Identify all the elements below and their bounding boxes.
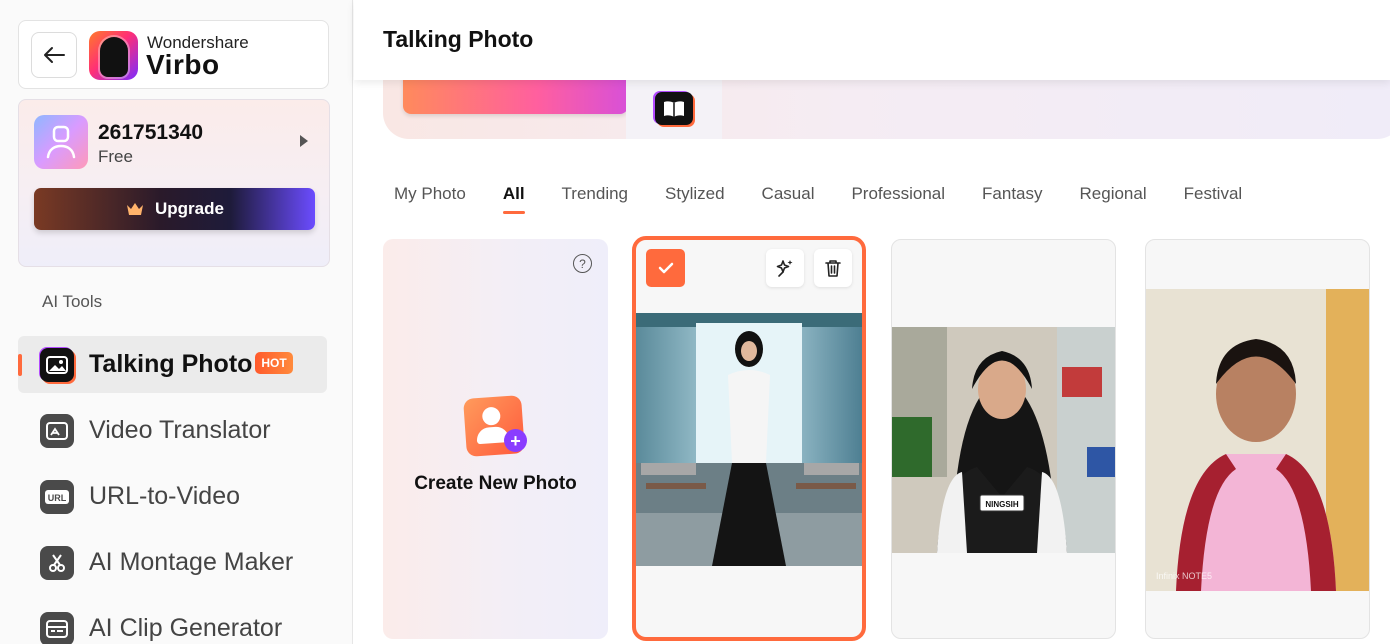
sidebar-item-talking-photo[interactable]: Talking Photo HOT [18,336,327,393]
tab-regional[interactable]: Regional [1080,184,1147,214]
montage-icon [40,546,74,580]
arrow-left-icon [44,47,65,63]
section-label: AI Tools [42,292,103,311]
photo-card[interactable]: NINGSIH [891,239,1116,639]
upgrade-label: Upgrade [155,199,224,218]
sidebar-item-ai-clip-generator[interactable]: AI Clip Generator [18,600,327,644]
virbo-logo [89,31,138,80]
sidebar-item-label: AI Montage Maker [89,548,294,576]
sidebar-item-ai-montage-maker[interactable]: AI Montage Maker [18,534,327,591]
plus-icon: + [504,429,527,452]
sidebar-item-video-translator[interactable]: Video Translator [18,402,327,459]
photo-card[interactable]: Infinix NOTE5 [1145,239,1370,639]
photo-thumbnail: NINGSIH [892,327,1115,553]
create-new-photo-card[interactable]: ? + Create New Photo [383,239,608,639]
delete-button[interactable] [814,249,852,287]
user-id: 261751340 [98,121,204,144]
sparkle-icon [776,260,793,277]
tab-trending[interactable]: Trending [562,184,628,214]
brand-product: Virbo [146,49,220,80]
tab-professional[interactable]: Professional [851,184,945,214]
checkmark-icon [658,262,673,274]
watermark-text: Infinix NOTE5 [1156,571,1212,581]
sidebar-item-url-to-video[interactable]: URL URL-to-Video [18,468,327,525]
user-icon [46,125,76,159]
trash-icon [825,260,841,277]
sidebar-item-label: Talking Photo [89,350,253,378]
name-tag-text: NINGSIH [985,500,1019,509]
svg-text:URL: URL [48,493,67,503]
sidebar-item-label: URL-to-Video [89,482,241,510]
clip-generator-icon [40,612,74,644]
user-card: 261751340 Free Upgrade [18,99,330,267]
tab-casual[interactable]: Casual [762,184,815,214]
tab-fantasy[interactable]: Fantasy [982,184,1042,214]
page-title: Talking Photo [383,26,534,52]
talking-photo-icon [40,348,74,382]
photo-thumbnail [636,313,862,566]
help-icon[interactable]: ? [573,254,592,273]
sidebar-item-label: Video Translator [89,416,271,444]
video-translator-icon [40,414,74,448]
tab-all[interactable]: All [502,184,525,214]
avatar[interactable] [34,115,88,169]
magic-edit-button[interactable] [766,249,804,287]
tab-my-photo[interactable]: My Photo [394,184,466,214]
expand-arrow-icon[interactable] [300,135,308,147]
user-plan: Free [98,147,133,166]
crown-icon [127,203,144,215]
category-tabs: My Photo All Trending Stylized Casual Pr… [394,184,1279,214]
tab-festival[interactable]: Festival [1184,184,1243,214]
hot-badge: HOT [255,352,293,374]
photo-thumbnail: Infinix NOTE5 [1146,289,1369,591]
upgrade-button[interactable]: Upgrade [34,188,315,230]
brand-card: Wondershare Virbo [18,20,329,89]
url-icon: URL [40,480,74,514]
create-new-photo-label: Create New Photo [414,473,577,494]
sidebar-item-label: AI Clip Generator [89,614,283,642]
selected-checkbox[interactable] [646,249,685,287]
photo-card-selected[interactable] [632,236,866,641]
top-bar: Talking Photo [354,0,1390,80]
back-button[interactable] [31,32,77,78]
sidebar: Wondershare Virbo 261751340 Free Upgrade… [0,0,353,644]
tab-stylized[interactable]: Stylized [665,184,725,214]
book-icon[interactable] [655,92,693,125]
